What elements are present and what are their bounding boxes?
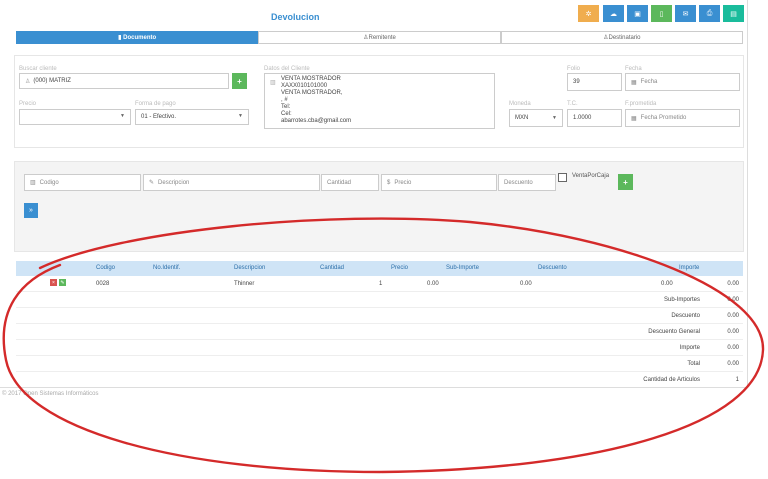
delete-icon[interactable]: × — [50, 279, 57, 286]
user-icon: ♙ — [25, 78, 31, 85]
buscar-cliente-label: Buscar cliente — [19, 66, 57, 72]
envelope-icon[interactable]: ✉ — [675, 5, 696, 22]
items-table: Codigo No.Identif. Descripcion Cantidad … — [16, 261, 743, 388]
datos-cliente-label: Datos del Cliente — [264, 66, 310, 72]
barcode-icon: ▥ — [30, 180, 36, 186]
caret-down-icon: ▼ — [120, 113, 125, 119]
tab-remitente[interactable]: ♙ Remitente — [258, 31, 501, 44]
forma-pago-label: Forma de pago — [135, 101, 176, 107]
file-icon[interactable]: ▯ — [651, 5, 672, 22]
money-icon[interactable]: ▣ — [627, 5, 648, 22]
header-descripcion: Descripcion — [234, 265, 266, 271]
cell-importe: 0.00 — [727, 281, 739, 287]
datos-cliente-textarea[interactable]: ▥ VENTA MOSTRADOR XAXX010101000 VENTA MO… — [264, 73, 495, 129]
cloud-icon[interactable]: ☁ — [603, 5, 624, 22]
venta-por-caja-label: VentaPorCaja — [572, 173, 610, 179]
calendar-icon: ▦ — [631, 115, 637, 122]
cell-cantidad: 1 — [379, 281, 383, 287]
cell-descripcion: Thinner — [234, 281, 255, 287]
edit-icon: ✎ — [149, 180, 155, 186]
cogs-icon[interactable]: ✲ — [578, 5, 599, 22]
summary-row: Cantidad de Articulos 1 — [643, 377, 739, 383]
buscar-cliente-input[interactable]: ♙ (000) MATRIZ — [19, 73, 229, 89]
folio-input[interactable]: 39 — [567, 73, 622, 91]
tc-input[interactable]: 1.0000 — [567, 109, 622, 127]
tab-bar: ▮ Documento ♙ Remitente ♙ Destinatario — [16, 31, 743, 44]
caret-down-icon: ▼ — [238, 113, 243, 119]
summary-row: Descuento 0.00 — [16, 308, 743, 324]
summary-row: Total 0.00 — [16, 356, 743, 372]
cantidad-input[interactable]: Cantidad — [321, 174, 379, 191]
precio-label: Precio — [19, 101, 37, 107]
cell-descuento: 0.00 — [661, 281, 673, 287]
calendar-icon: ▦ — [631, 79, 637, 86]
fecha-input[interactable]: ▦ Fecha — [625, 73, 740, 91]
footer-copyright: © 2017 Open Sistemas Informáticos — [2, 391, 99, 397]
tab-documento[interactable]: ▮ Documento — [16, 31, 259, 44]
fecha-prometida-label: F.prometida — [625, 101, 657, 107]
table-row: × ✎ 0028 Thinner 1 0.00 0.00 0.00 0.00 — [16, 276, 743, 292]
add-client-button[interactable]: + — [232, 73, 247, 89]
venta-por-caja-checkbox[interactable] — [558, 173, 567, 182]
header-cantidad: Cantidad — [320, 265, 345, 271]
add-item-button[interactable]: + — [618, 174, 633, 190]
edit-icon[interactable]: ✎ — [59, 279, 66, 286]
file-icon: ▮ — [118, 35, 122, 41]
forma-pago-select[interactable]: 01 - Efectivo. ▼ — [135, 109, 249, 125]
header-no-identif: No.Identif. — [153, 265, 181, 271]
tc-label: T.C. — [567, 101, 578, 107]
tab-destinatario[interactable]: ♙ Destinatario — [500, 31, 743, 44]
moneda-label: Moneda — [509, 101, 531, 107]
fecha-prometida-input[interactable]: ▦ Fecha Prometido — [625, 109, 740, 127]
folio-label: Folio — [567, 66, 581, 72]
precio-input[interactable]: $ Precio — [381, 174, 497, 191]
header-codigo: Codigo — [96, 265, 116, 271]
summary-row: Descuento General 0.00 — [16, 324, 743, 340]
moneda-select[interactable]: MXN ▼ — [509, 109, 563, 127]
page-title: Devolucion — [271, 12, 320, 22]
descuento-input[interactable]: Descuento — [498, 174, 556, 191]
header-sub-importe: Sub-Importe — [446, 265, 480, 271]
summary-row: Importe 0.00 — [16, 340, 743, 356]
next-button[interactable]: » — [24, 203, 38, 218]
print-icon[interactable]: ⎙ — [699, 5, 720, 22]
header-importe: Importe — [679, 265, 700, 271]
dollar-icon: $ — [387, 179, 391, 186]
building-icon: ▥ — [270, 80, 276, 86]
fecha-label: Fecha — [625, 66, 642, 72]
descripcion-input[interactable]: ✎ Descripcion — [143, 174, 320, 191]
table-header: Codigo No.Identif. Descripcion Cantidad … — [16, 261, 743, 276]
header-descuento: Descuento — [538, 265, 567, 271]
header-precio: Precio — [391, 265, 409, 271]
caret-down-icon: ▼ — [552, 115, 557, 121]
precio-select[interactable]: ▼ — [19, 109, 131, 125]
summary-row: Sub-Importes 0.00 — [16, 292, 743, 308]
codigo-input[interactable]: ▥ Codigo — [24, 174, 141, 191]
save-icon[interactable]: ▤ — [723, 5, 744, 22]
cell-precio: 0.00 — [427, 281, 439, 287]
cell-sub-importe: 0.00 — [520, 281, 532, 287]
cell-codigo: 0028 — [96, 281, 110, 287]
